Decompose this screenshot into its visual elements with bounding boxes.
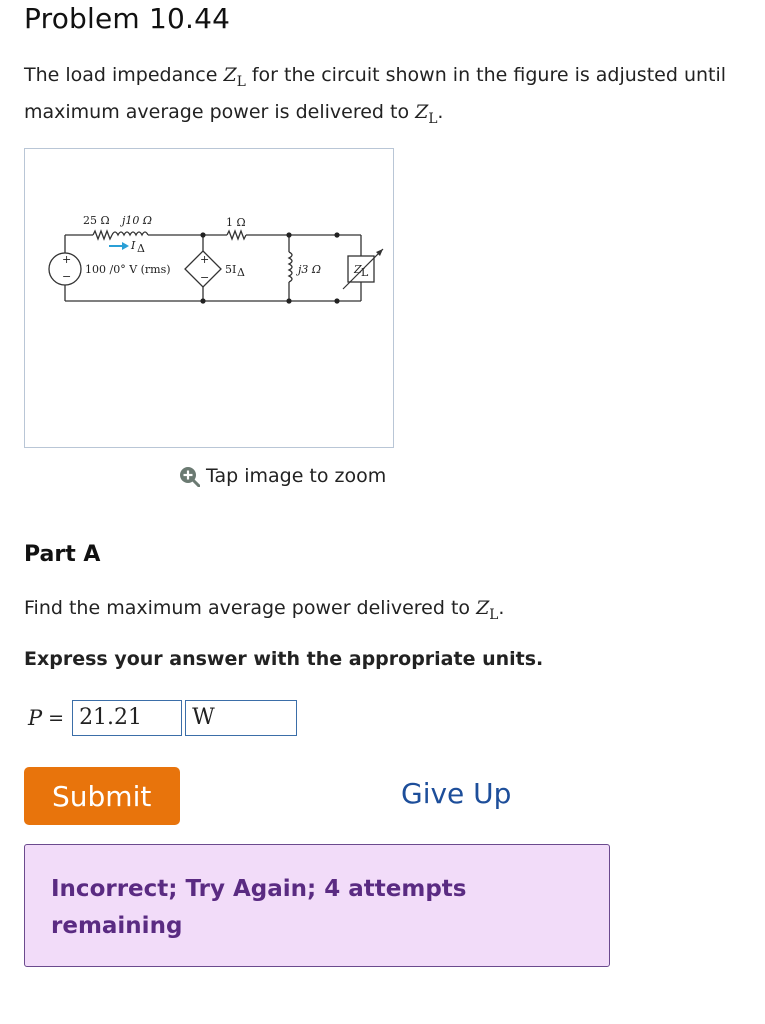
label-r1: 25 Ω (83, 214, 110, 227)
part-a-question: Find the maximum average power delivered… (24, 597, 505, 623)
tap-to-zoom[interactable]: Tap image to zoom (178, 465, 386, 487)
label-current-sub: Δ (137, 242, 145, 255)
problem-statement: The load impedance ZL for the circuit sh… (24, 64, 727, 127)
answer-value-field[interactable]: 21.21 (72, 700, 183, 736)
circuit-figure[interactable]: 25 Ω j10 Ω 1 Ω 100 /0° V (rms) I Δ 5I Δ … (24, 148, 394, 448)
problem-title: Problem 10.44 (24, 2, 231, 35)
intro-text-before: The load impedance (24, 64, 218, 86)
feedback-message: Incorrect; Try Again; 4 attempts remaini… (51, 876, 467, 939)
label-source: 100 /0° V (rms) (85, 263, 171, 276)
label-current: I (130, 239, 136, 252)
zoom-label: Tap image to zoom (206, 465, 387, 487)
variable-label: P (28, 706, 43, 730)
label-plus: + (62, 253, 71, 266)
label-l1: j10 Ω (119, 214, 152, 227)
load-impedance-symbol-3: ZL (476, 597, 499, 623)
answer-instruction: Express your answer with the appropriate… (24, 648, 544, 670)
label-l2: j3 Ω (295, 263, 321, 276)
submit-button[interactable]: Submit (24, 767, 180, 825)
zoom-plus-icon (180, 467, 200, 487)
label-dep-source: 5I (225, 263, 236, 276)
load-impedance-symbol: ZL (223, 64, 246, 90)
load-impedance-symbol-2: ZL (415, 100, 438, 127)
part-a-title: Part A (24, 542, 101, 567)
label-dep-sub: Δ (237, 266, 245, 279)
give-up-link[interactable]: Give Up (401, 777, 511, 810)
label-r2: 1 Ω (226, 216, 246, 229)
label-minus: − (62, 270, 71, 283)
label-load-sub: L (361, 266, 369, 279)
equals-sign: = (48, 707, 65, 729)
circuit-diagram: 25 Ω j10 Ω 1 Ω 100 /0° V (rms) I Δ 5I Δ … (48, 214, 384, 304)
label-dep-minus: − (200, 271, 209, 284)
problem-page: Problem 10.44 The load impedance ZL for … (0, 0, 765, 1024)
answer-row: P = 21.21 W (28, 699, 298, 737)
label-dep-plus: + (200, 253, 209, 266)
feedback-box: Incorrect; Try Again; 4 attempts remaini… (24, 844, 610, 967)
answer-unit-field[interactable]: W (185, 700, 298, 736)
